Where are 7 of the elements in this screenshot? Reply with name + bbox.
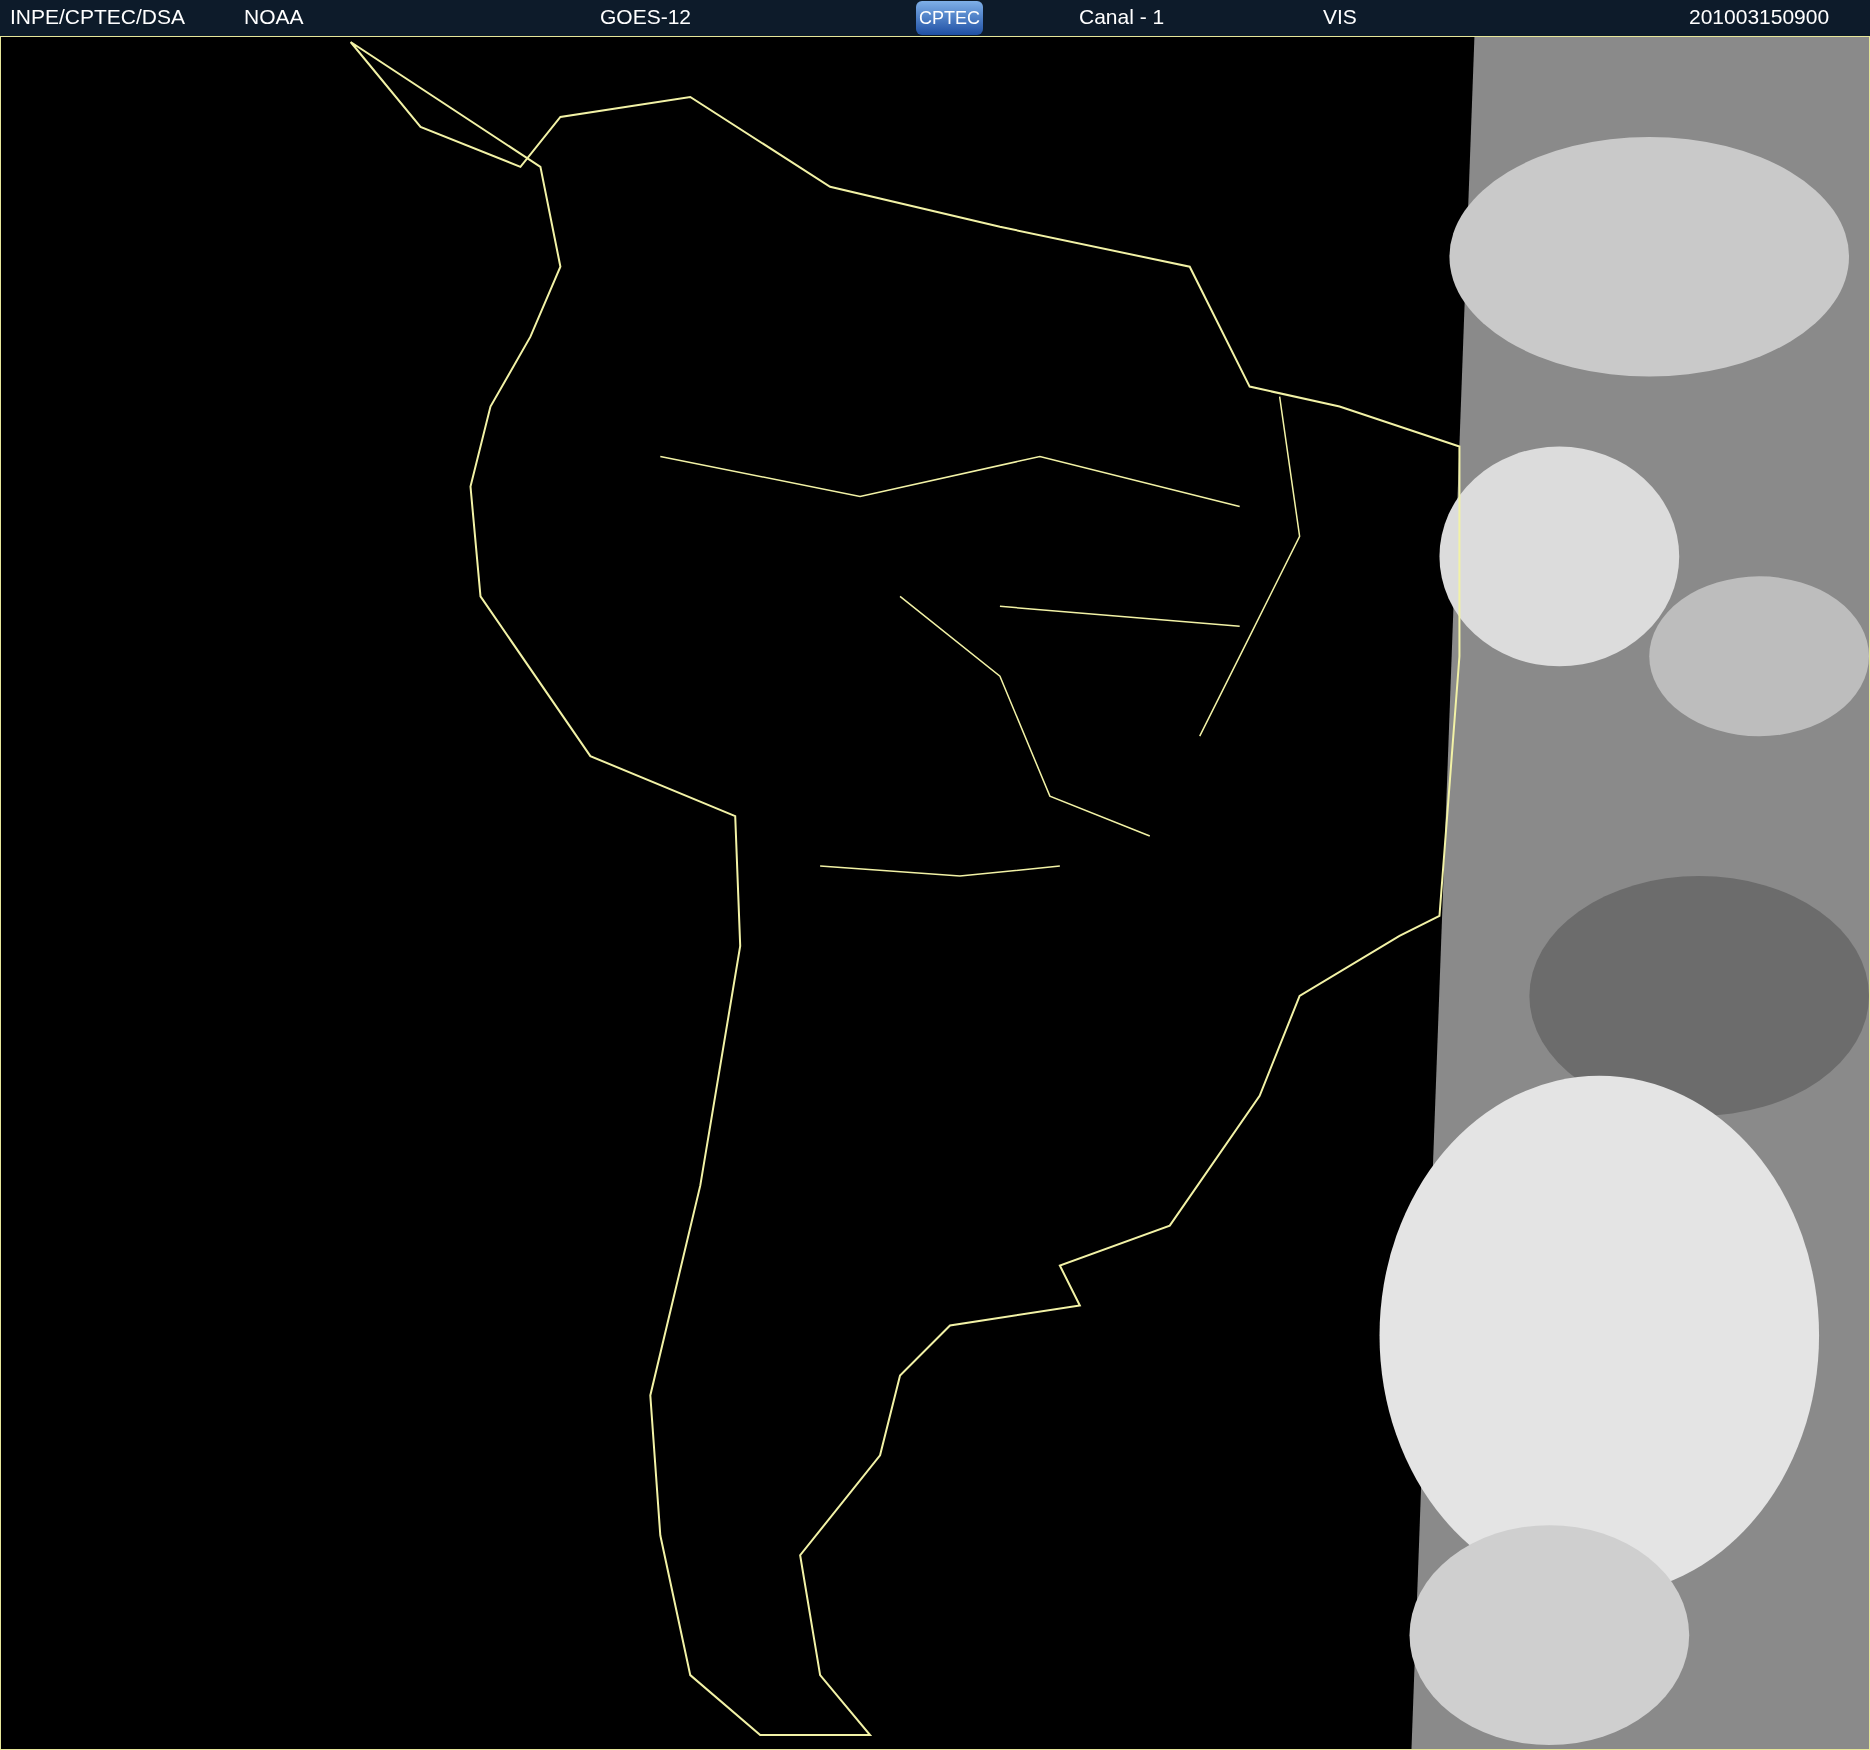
logo: CPTEC — [916, 1, 983, 35]
channel-label: Canal - 1 — [1079, 4, 1165, 28]
band-label: VIS — [1323, 4, 1357, 28]
source-label: INPE/CPTEC/DSA — [10, 4, 186, 28]
agency-label: NOAA — [244, 4, 304, 28]
timestamp-label: 201003150900 — [1689, 4, 1830, 28]
satellite-label: GOES-12 — [600, 4, 692, 28]
